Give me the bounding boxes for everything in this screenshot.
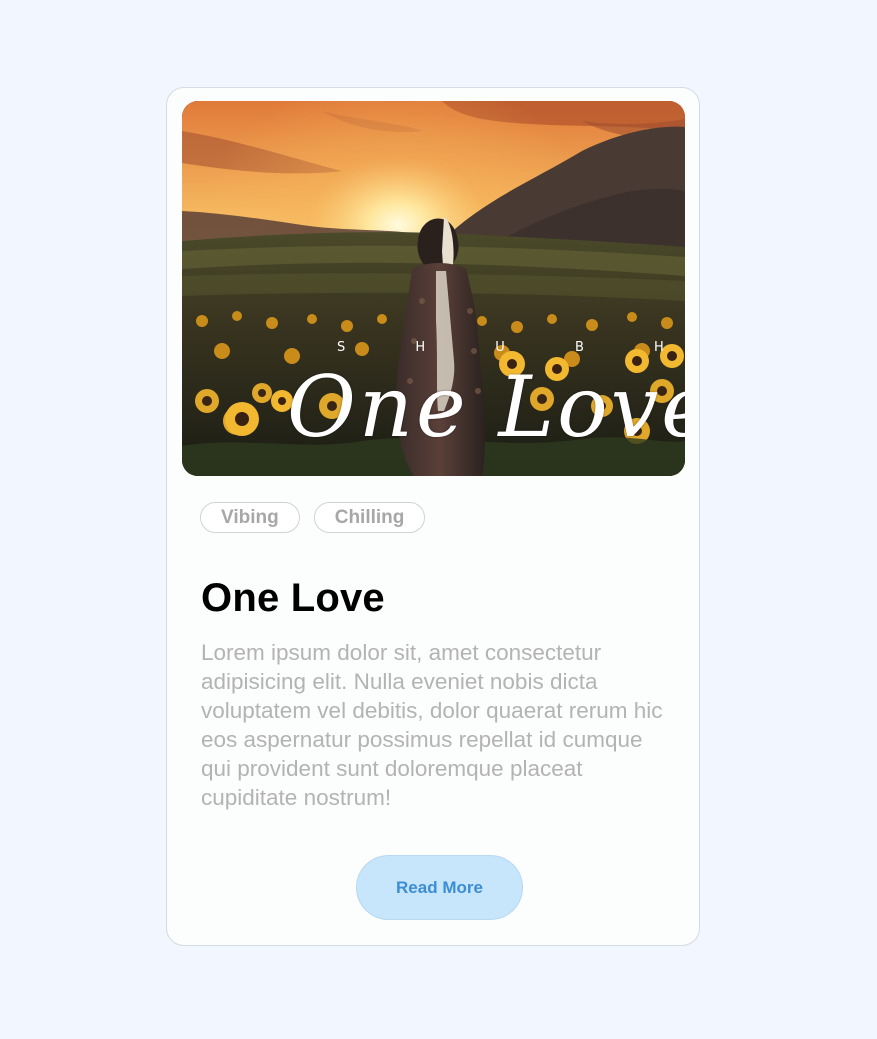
card-description: Lorem ipsum dolor sit, amet consectetur …: [201, 640, 663, 810]
cover-title-text: One Love: [287, 358, 685, 456]
tag-list: Vibing Chilling: [200, 502, 426, 533]
tag-chilling[interactable]: Chilling: [313, 502, 426, 533]
song-card: S H U B H One Love Vibing Chilling One L…: [166, 87, 700, 946]
cover-artist-text: S H U B H: [337, 340, 685, 355]
tag-vibing[interactable]: Vibing: [200, 502, 300, 533]
read-more-button[interactable]: Read More: [356, 855, 523, 920]
album-cover-image: S H U B H One Love: [182, 101, 685, 476]
card-title: One Love: [201, 576, 385, 620]
